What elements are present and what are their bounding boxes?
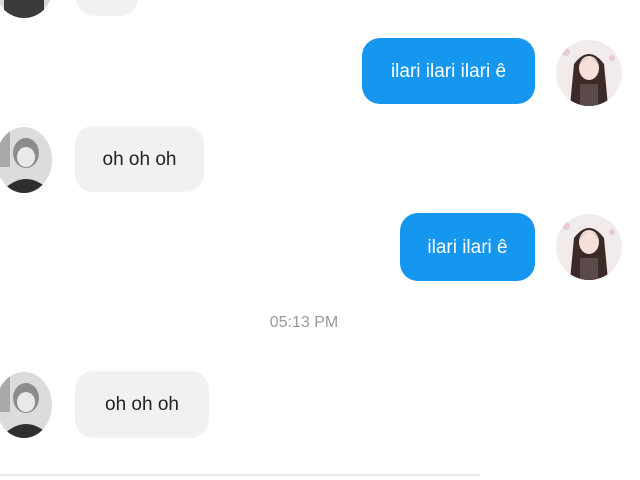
message-bubble-received[interactable]: oh oh oh bbox=[75, 371, 209, 438]
user-avatar[interactable] bbox=[556, 214, 622, 280]
contact-avatar-image bbox=[0, 372, 52, 438]
contact-avatar-image bbox=[0, 0, 52, 18]
user-avatar-image bbox=[556, 214, 622, 280]
message-text: oh oh oh bbox=[105, 394, 179, 415]
user-avatar-image bbox=[556, 40, 622, 106]
message-timestamp: 05:13 PM bbox=[269, 314, 339, 331]
bottom-divider bbox=[0, 474, 480, 476]
message-bubble-sent[interactable]: ilari ilari ê bbox=[400, 213, 535, 281]
contact-avatar[interactable] bbox=[0, 372, 52, 438]
message-bubble-received[interactable]: oh oh oh bbox=[75, 126, 204, 192]
message-text: ilari ilari ê bbox=[427, 236, 508, 258]
message-text: oh oh oh bbox=[102, 148, 177, 170]
user-avatar[interactable] bbox=[556, 40, 622, 106]
contact-avatar-image bbox=[0, 127, 52, 193]
message-text: ilari ilari ilari ê bbox=[390, 60, 507, 82]
message-bubble-received[interactable] bbox=[76, 0, 138, 16]
contact-avatar[interactable] bbox=[0, 127, 52, 193]
chat-thread[interactable]: ilari ilari ilari ê oh oh oh ilari ilari… bbox=[0, 0, 640, 480]
message-bubble-sent[interactable]: ilari ilari ilari ê bbox=[362, 38, 535, 104]
contact-avatar[interactable] bbox=[0, 0, 52, 18]
